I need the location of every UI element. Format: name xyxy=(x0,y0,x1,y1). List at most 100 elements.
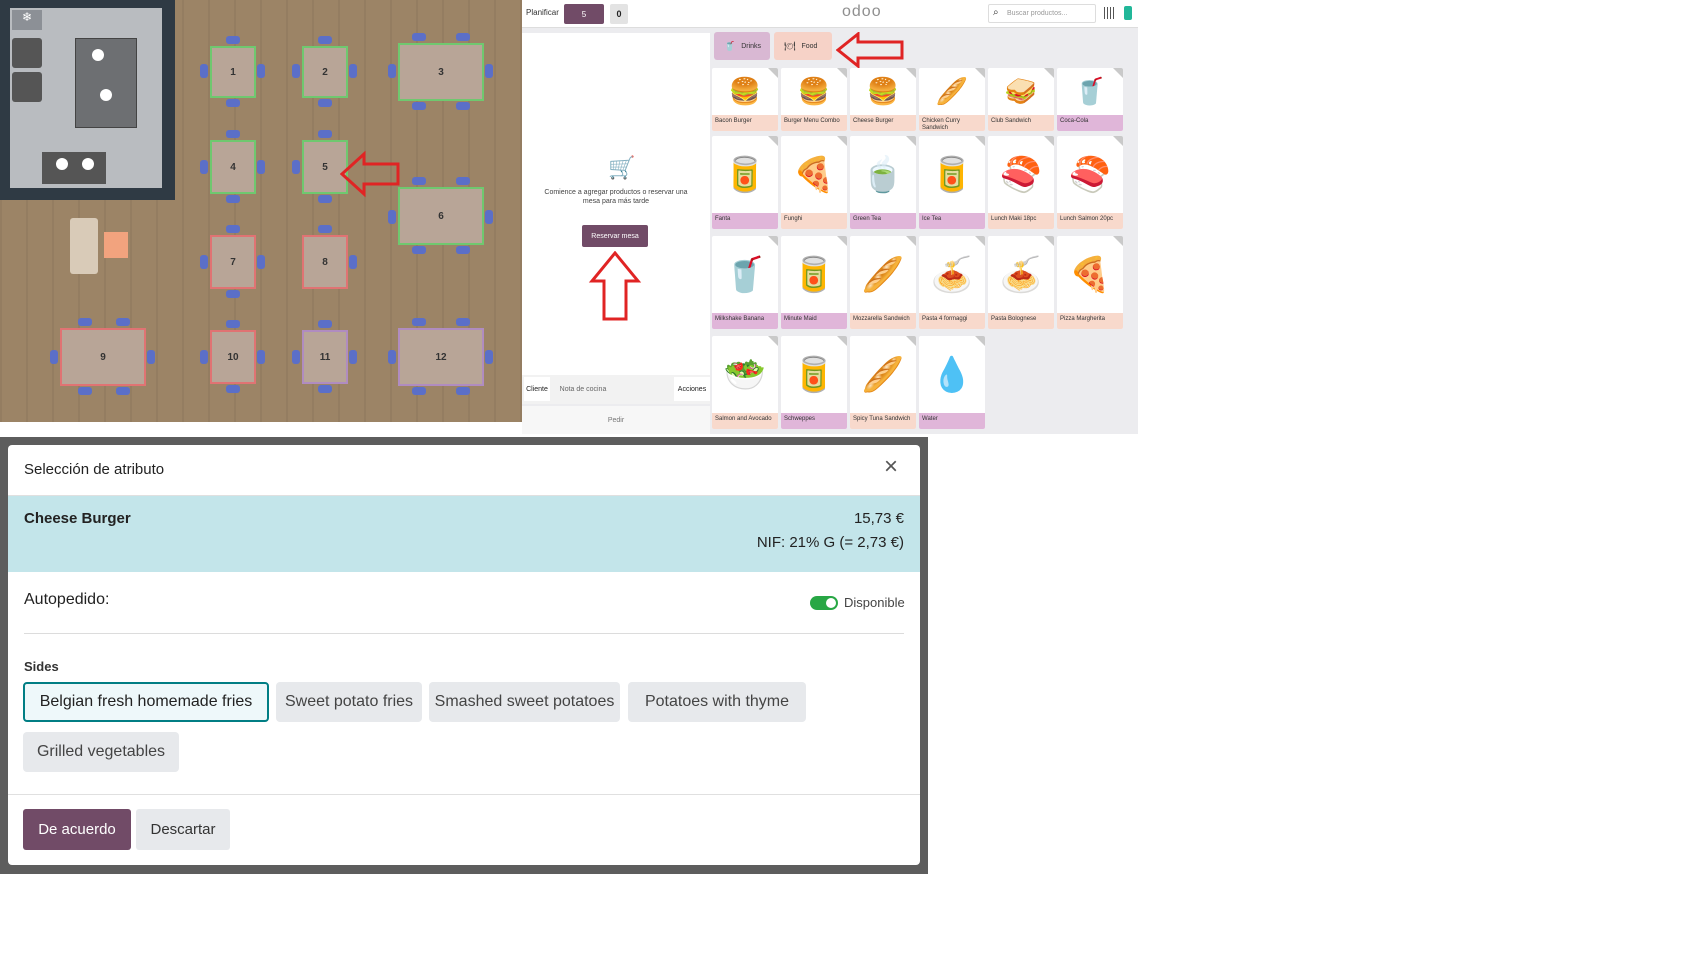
divider xyxy=(8,794,920,795)
attribute-dialog: Selección de atributo × Cheese Burger 15… xyxy=(8,445,920,865)
product-card[interactable]: 🥗 Salmon and Avocado xyxy=(712,336,778,429)
product-card[interactable]: 🍵 Green Tea xyxy=(850,136,916,229)
product-name: Lunch Salmon 20pc xyxy=(1057,213,1123,229)
info-corner-icon[interactable] xyxy=(768,68,778,78)
chair xyxy=(226,99,240,107)
chair xyxy=(349,64,357,78)
product-name: Green Tea xyxy=(850,213,916,229)
info-corner-icon[interactable] xyxy=(1113,236,1123,246)
product-name: Chicken Curry Sandwich xyxy=(919,115,985,131)
chair xyxy=(292,160,300,174)
info-corner-icon[interactable] xyxy=(1113,136,1123,146)
ok-button[interactable]: De acuerdo xyxy=(23,809,131,850)
chair xyxy=(485,350,493,364)
table-11[interactable]: 11 xyxy=(302,330,348,384)
chair xyxy=(318,385,332,393)
info-corner-icon[interactable] xyxy=(906,68,916,78)
chair xyxy=(200,350,208,364)
product-card[interactable]: 🍔 Bacon Burger xyxy=(712,68,778,131)
product-card[interactable]: 🥫 Fanta xyxy=(712,136,778,229)
chair xyxy=(226,130,240,138)
info-corner-icon[interactable] xyxy=(837,136,847,146)
info-corner-icon[interactable] xyxy=(975,236,985,246)
table-number: 8 xyxy=(322,256,328,268)
info-corner-icon[interactable] xyxy=(975,68,985,78)
table-2[interactable]: 2 xyxy=(302,46,348,98)
table-8[interactable]: 8 xyxy=(302,235,348,289)
product-card[interactable]: 🥪 Club Sandwich xyxy=(988,68,1054,131)
sink-icon xyxy=(42,152,106,184)
chair xyxy=(318,225,332,233)
info-corner-icon[interactable] xyxy=(768,236,778,246)
product-name: Funghi xyxy=(781,213,847,229)
info-corner-icon[interactable] xyxy=(837,236,847,246)
product-image: 🥤 xyxy=(723,255,767,294)
chair xyxy=(292,350,300,364)
info-corner-icon[interactable] xyxy=(837,336,847,346)
table-7[interactable]: 7 xyxy=(210,235,256,289)
table-number: 5 xyxy=(322,161,328,173)
discard-button[interactable]: Descartar xyxy=(136,809,230,850)
product-card[interactable]: 🥤 Milkshake Banana xyxy=(712,236,778,329)
product-card[interactable]: 🥫 Schweppes xyxy=(781,336,847,429)
info-corner-icon[interactable] xyxy=(1044,236,1054,246)
table-number: 10 xyxy=(227,351,239,363)
info-corner-icon[interactable] xyxy=(1044,136,1054,146)
table-3[interactable]: 3 xyxy=(398,43,484,101)
product-image: 🥖 xyxy=(861,355,905,394)
info-corner-icon[interactable] xyxy=(906,136,916,146)
table-1[interactable]: 1 xyxy=(210,46,256,98)
product-card[interactable]: 🍔 Cheese Burger xyxy=(850,68,916,131)
side-option-belgian-fries[interactable]: Belgian fresh homemade fries xyxy=(23,682,269,722)
table-number: 3 xyxy=(438,66,444,78)
product-card[interactable]: 🥫 Minute Maid xyxy=(781,236,847,329)
chair xyxy=(200,255,208,269)
product-card[interactable]: 🍣 Lunch Salmon 20pc xyxy=(1057,136,1123,229)
product-card[interactable]: 🥖 Chicken Curry Sandwich xyxy=(919,68,985,131)
info-corner-icon[interactable] xyxy=(768,136,778,146)
chair xyxy=(257,350,265,364)
product-card[interactable]: 💧 Water xyxy=(919,336,985,429)
table-number: 1 xyxy=(230,66,236,78)
table-10[interactable]: 10 xyxy=(210,330,256,384)
product-card[interactable]: 🍣 Lunch Maki 18pc xyxy=(988,136,1054,229)
product-card[interactable]: 🍕 Pizza Margherita xyxy=(1057,236,1123,329)
table-6[interactable]: 6 xyxy=(398,187,484,245)
product-card[interactable]: 🥤 Coca-Cola xyxy=(1057,68,1123,131)
product-name: Burger Menu Combo xyxy=(781,115,847,131)
chair xyxy=(349,350,357,364)
product-card[interactable]: 🍝 Pasta 4 formaggi xyxy=(919,236,985,329)
table-4[interactable]: 4 xyxy=(210,140,256,194)
product-card[interactable]: 🥫 Ice Tea xyxy=(919,136,985,229)
product-name: Lunch Maki 18pc xyxy=(988,213,1054,229)
info-corner-icon[interactable] xyxy=(837,68,847,78)
availability-toggle[interactable] xyxy=(810,596,838,610)
table-9[interactable]: 9 xyxy=(60,328,146,386)
info-corner-icon[interactable] xyxy=(768,336,778,346)
info-corner-icon[interactable] xyxy=(906,236,916,246)
info-corner-icon[interactable] xyxy=(1113,68,1123,78)
info-corner-icon[interactable] xyxy=(975,336,985,346)
product-card[interactable]: 🥖 Spicy Tuna Sandwich xyxy=(850,336,916,429)
product-card[interactable]: 🍔 Burger Menu Combo xyxy=(781,68,847,131)
table-number: 7 xyxy=(230,256,236,268)
floor-plan: ❄ 1 2 3 4 5 6 7 8 9 10 11 12 xyxy=(0,0,522,422)
info-corner-icon[interactable] xyxy=(975,136,985,146)
product-card[interactable]: 🍕 Funghi xyxy=(781,136,847,229)
product-card[interactable]: 🍝 Pasta Bolognese xyxy=(988,236,1054,329)
close-icon[interactable]: × xyxy=(884,455,898,479)
side-option-potatoes-thyme[interactable]: Potatoes with thyme xyxy=(628,682,806,722)
chair xyxy=(412,33,426,41)
chair xyxy=(226,225,240,233)
info-corner-icon[interactable] xyxy=(906,336,916,346)
product-image: 🍝 xyxy=(930,255,974,294)
product-card[interactable]: 🥖 Mozzarella Sandwich xyxy=(850,236,916,329)
product-image: 🥖 xyxy=(861,255,905,294)
side-option-sweet-potato-fries[interactable]: Sweet potato fries xyxy=(276,682,422,722)
side-option-grilled-vegetables[interactable]: Grilled vegetables xyxy=(23,732,179,772)
side-option-smashed-sweet-potatoes[interactable]: Smashed sweet potatoes xyxy=(429,682,620,722)
info-corner-icon[interactable] xyxy=(1044,68,1054,78)
chair xyxy=(412,387,426,395)
product-name: Minute Maid xyxy=(781,313,847,329)
table-12[interactable]: 12 xyxy=(398,328,484,386)
